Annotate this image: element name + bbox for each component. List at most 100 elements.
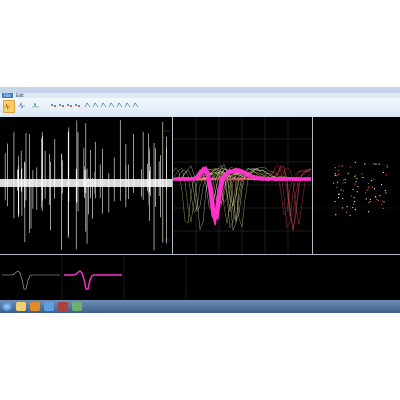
feature-point [367, 187, 369, 189]
feature-point [386, 166, 389, 168]
cluster-icon[interactable] [74, 100, 81, 111]
feature-point [354, 175, 357, 177]
feature-point [362, 176, 364, 179]
explorer-icon[interactable] [16, 302, 26, 311]
feature-point [368, 186, 370, 188]
feature-point [352, 206, 354, 209]
spike-select-icon[interactable] [3, 100, 15, 113]
feature-point [382, 200, 384, 202]
feature-point [364, 192, 367, 194]
template-plot [2, 255, 187, 300]
feature-point [336, 175, 338, 177]
cluster-icon[interactable] [100, 100, 107, 111]
cluster-icon[interactable] [108, 100, 115, 111]
feature-point [341, 207, 344, 209]
app-icon[interactable] [44, 302, 54, 311]
feature-point [340, 189, 342, 191]
feature-point [344, 182, 346, 184]
feature-point [354, 209, 357, 211]
cluster-scatter-plot [313, 161, 400, 217]
feature-point [351, 195, 353, 197]
feature-point [370, 179, 372, 182]
feature-point [342, 197, 344, 200]
feature-point [345, 211, 348, 213]
feature-point [378, 163, 380, 165]
feature-point [342, 182, 344, 184]
start-orb-icon[interactable] [2, 302, 12, 311]
feature-point [334, 167, 336, 169]
feature-point [344, 178, 346, 180]
feature-point [337, 169, 339, 172]
cluster-template [64, 270, 122, 290]
feature-point [354, 183, 356, 185]
cluster-icon[interactable] [92, 100, 99, 111]
feature-point [368, 211, 370, 213]
cluster-icon[interactable] [124, 100, 131, 111]
feature-point [379, 194, 381, 197]
noise-band [0, 179, 172, 187]
cluster-icon[interactable] [50, 100, 57, 111]
feature-point [369, 200, 372, 203]
toolbar-ribbon [0, 98, 400, 118]
cluster-scatter-panel[interactable] [313, 117, 400, 254]
feature-point [354, 161, 356, 163]
feature-point [356, 177, 358, 180]
feature-point [384, 189, 386, 192]
feature-point [349, 166, 352, 168]
feature-point [355, 181, 357, 183]
cluster-template [2, 270, 60, 290]
feature-point [361, 173, 363, 175]
overlay-grid [173, 117, 312, 254]
feature-point [338, 193, 341, 195]
feature-point [335, 214, 337, 216]
feature-point [341, 165, 343, 167]
cluster-icon[interactable] [58, 100, 65, 111]
threshold-icon[interactable] [32, 100, 39, 111]
template-strip[interactable] [0, 255, 400, 300]
spike-overlay-plot [172, 117, 312, 254]
feature-point [385, 174, 387, 176]
cluster-icon[interactable] [132, 100, 139, 111]
media-player-icon[interactable] [30, 302, 40, 311]
feature-point [346, 206, 348, 208]
feature-point [364, 163, 366, 165]
feature-point [334, 172, 336, 175]
spike-overlay-panel[interactable] [172, 117, 312, 254]
feature-point [383, 201, 385, 203]
cluster-icon[interactable] [116, 100, 123, 111]
cluster-icon[interactable] [84, 100, 91, 111]
feature-point [376, 198, 378, 201]
feature-point [338, 173, 340, 176]
feature-point [333, 182, 335, 184]
raw-signal-plot [0, 120, 172, 251]
feature-point [365, 198, 367, 200]
app-icon[interactable] [58, 302, 68, 311]
feature-point [354, 176, 356, 178]
feature-point [342, 190, 345, 192]
feature-point [336, 181, 339, 183]
feature-point [353, 201, 356, 203]
feature-point [347, 172, 349, 174]
feature-point [375, 163, 377, 165]
feature-point [356, 191, 358, 193]
feature-point [377, 200, 380, 202]
feature-point [369, 198, 371, 201]
feature-point [381, 203, 383, 205]
feature-point [373, 188, 376, 190]
feature-point [382, 207, 384, 209]
workspace [0, 117, 400, 300]
raw-signal-panel[interactable] [0, 117, 172, 254]
feature-point [366, 189, 368, 191]
feature-point [372, 186, 374, 188]
feature-point [373, 178, 375, 180]
feature-point [386, 165, 388, 167]
waveform-icon[interactable] [18, 100, 25, 111]
feature-point [337, 193, 340, 195]
feature-point [382, 171, 384, 174]
feature-point [349, 214, 351, 217]
feature-point [334, 200, 336, 203]
cluster-icon[interactable] [66, 100, 73, 111]
feature-point [336, 186, 338, 188]
app-icon[interactable] [72, 302, 82, 311]
taskbar [0, 300, 400, 313]
